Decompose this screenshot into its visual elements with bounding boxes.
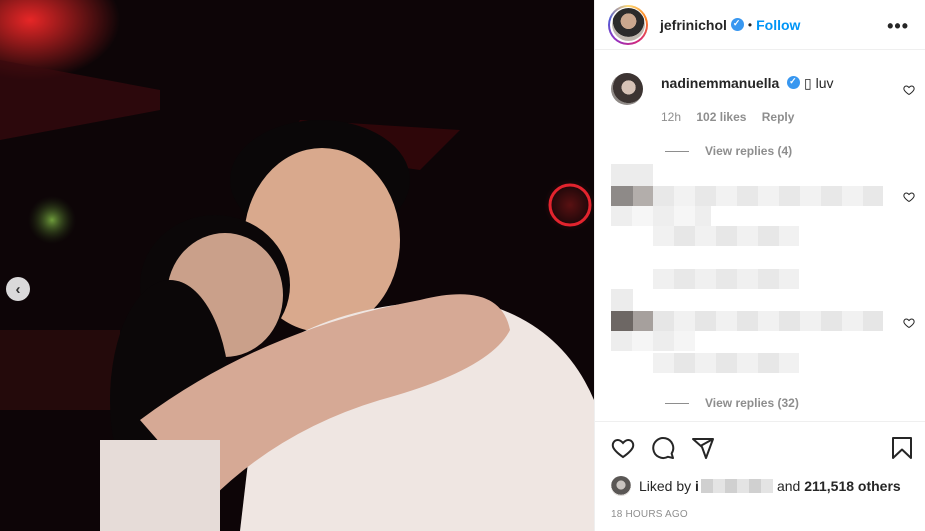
post-header: jefrinichol • Follow ••• [595, 0, 925, 50]
more-options-icon[interactable]: ••• [887, 16, 909, 37]
heart-icon[interactable] [903, 191, 915, 203]
share-icon[interactable] [691, 436, 715, 460]
view-replies-button[interactable]: View replies (4) [665, 144, 792, 158]
commenter-avatar[interactable] [611, 73, 643, 105]
comment-likes[interactable]: 102 likes [696, 110, 746, 124]
view-replies-label: View replies (4) [705, 144, 793, 158]
view-replies-label: View replies (32) [705, 396, 799, 410]
post-side-panel: jefrinichol • Follow ••• nadinemmanuella… [594, 0, 925, 531]
post-actions-bar [595, 421, 925, 471]
liked-by-prefix: Liked by [639, 478, 692, 494]
comment-icon[interactable] [651, 436, 675, 460]
reply-button[interactable]: Reply [762, 110, 795, 124]
previous-photo-button[interactable]: ‹ [6, 277, 30, 301]
post-photo[interactable]: ‹ [0, 0, 594, 531]
verified-badge-icon [787, 76, 801, 89]
author-username[interactable]: jefrinichol [660, 17, 727, 33]
divider-line [665, 150, 689, 152]
commenter-username[interactable]: nadinemmanuella [661, 75, 779, 91]
liker-avatar[interactable] [611, 476, 631, 496]
divider-line [665, 402, 689, 404]
liked-by-summary: Liked by i and 211,518 others [611, 476, 901, 496]
heart-icon[interactable] [903, 84, 915, 96]
chevron-left-icon: ‹ [15, 280, 21, 298]
bookmark-icon[interactable] [891, 436, 913, 460]
verified-badge-icon [730, 18, 744, 31]
redacted-username [700, 479, 773, 493]
comment-time[interactable]: 12h [661, 110, 681, 124]
likes-count[interactable]: 211,518 others [804, 478, 901, 494]
liker-username[interactable]: i [695, 478, 699, 494]
comment-meta: 12h 102 likes Reply [661, 110, 806, 124]
view-replies-button[interactable]: View replies (32) [665, 396, 799, 410]
comment-emoji: ▯ [804, 75, 812, 91]
photo-illustration [0, 0, 594, 531]
heart-icon[interactable] [903, 317, 915, 329]
blurred-comment [611, 164, 891, 254]
follow-button[interactable]: Follow [756, 17, 800, 33]
blurred-comment [611, 269, 891, 379]
post-timestamp[interactable]: 18 HOURS AGO [611, 509, 688, 520]
comment-text: luv [815, 75, 834, 91]
separator-dot: • [747, 17, 753, 32]
comments-list[interactable]: nadinemmanuella ▯ luv 12h 102 likes Repl… [595, 51, 925, 421]
author-avatar[interactable] [608, 4, 648, 45]
heart-icon[interactable] [611, 436, 635, 460]
liked-by-suffix: and [776, 478, 801, 494]
